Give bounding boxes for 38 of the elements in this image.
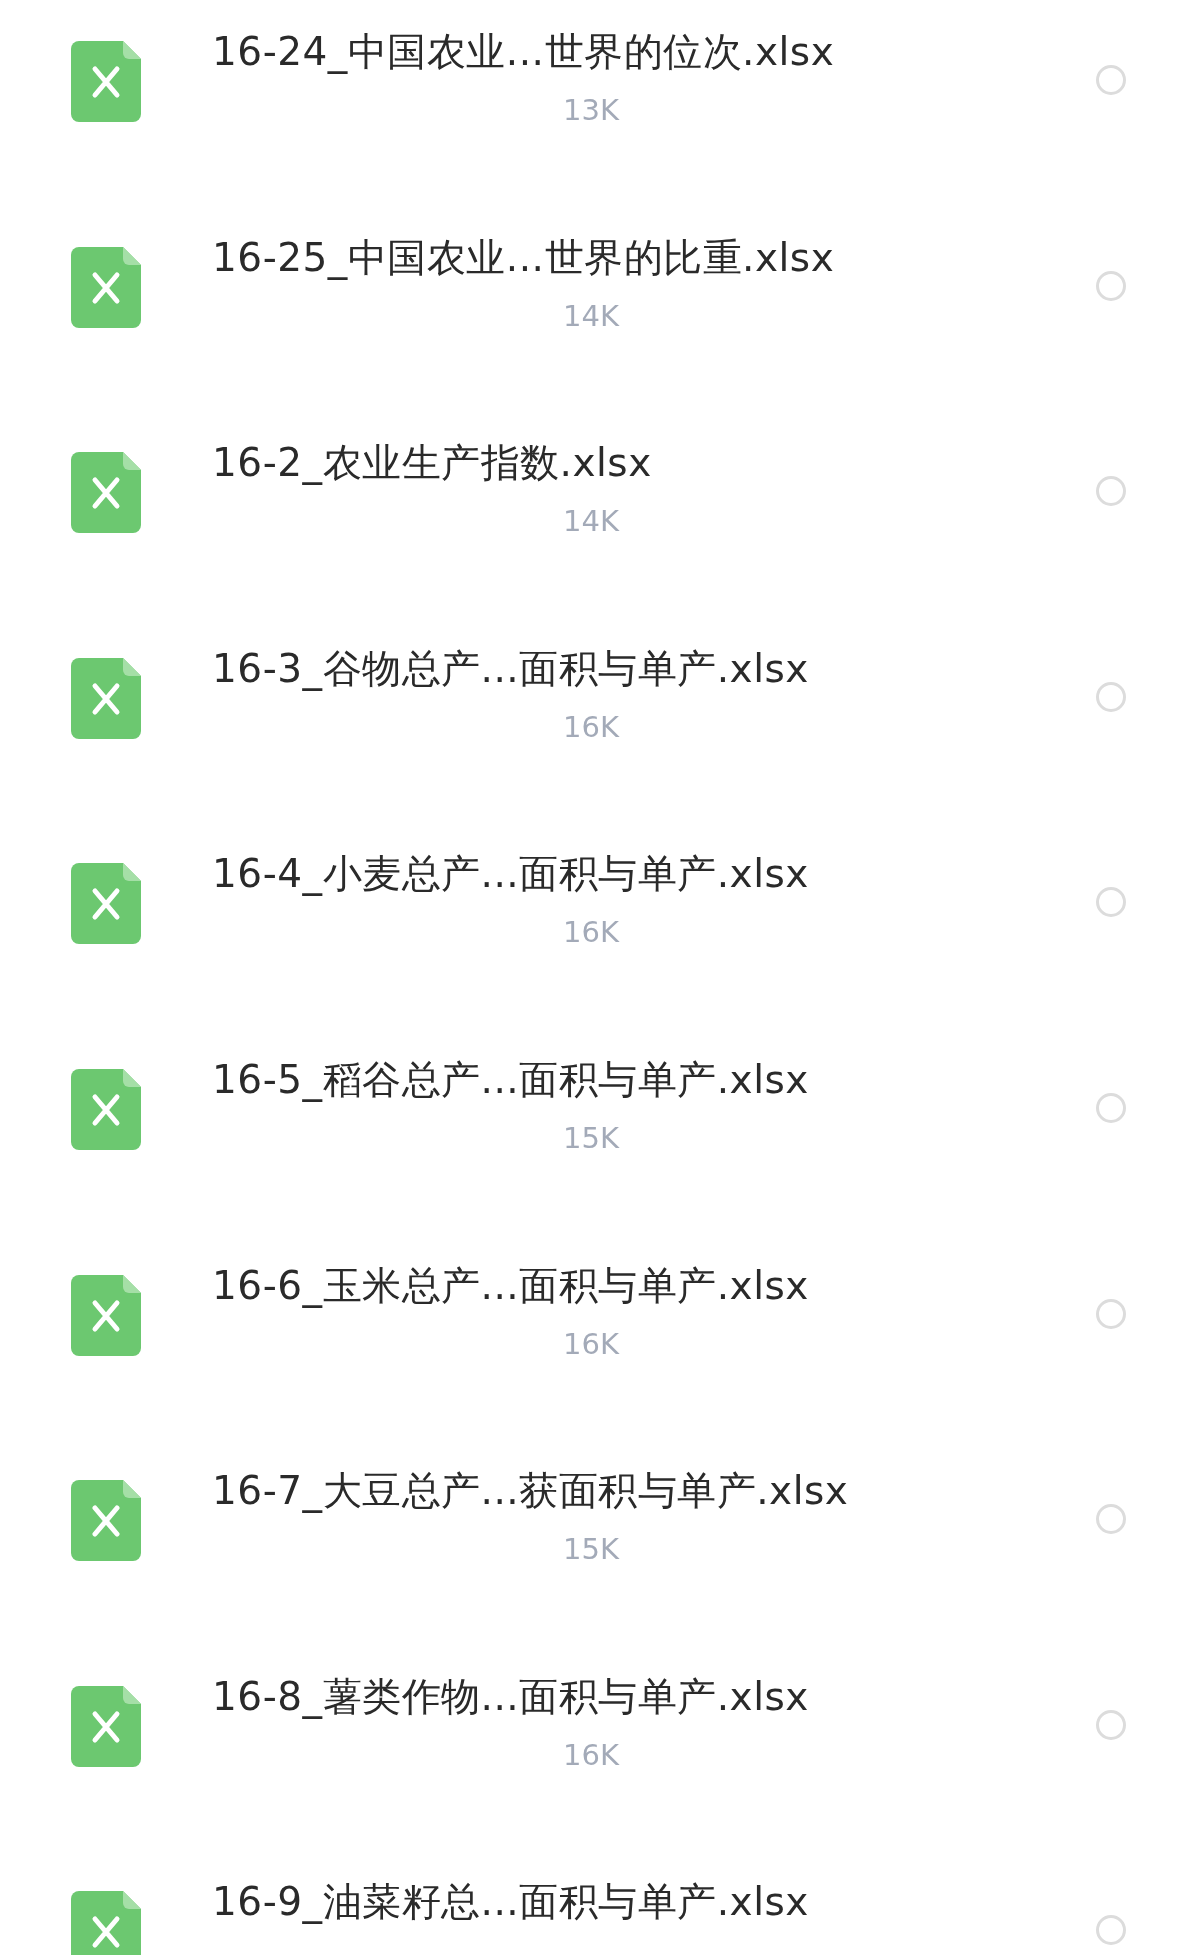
- spreadsheet-file-icon: [71, 1685, 141, 1767]
- file-size: 16K: [562, 708, 621, 746]
- file-name: 16-9_油菜籽总...面积与单产.xlsx: [212, 1878, 810, 1927]
- file-name: 16-24_中国农业...世界的位次.xlsx: [212, 28, 836, 76]
- file-name: 16-5_稻谷总产...面积与单产.xlsx: [212, 1055, 810, 1104]
- select-radio[interactable]: [1096, 1504, 1126, 1535]
- file-size: 14K: [562, 503, 621, 541]
- select-radio[interactable]: [1096, 1915, 1126, 1946]
- file-name: 16-7_大豆总产...获面积与单产.xlsx: [212, 1467, 850, 1516]
- file-name: 16-4_小麦总产...面积与单产.xlsx: [212, 850, 810, 899]
- spreadsheet-file-icon: [71, 1068, 141, 1150]
- file-size: 15K: [562, 1119, 621, 1157]
- select-radio[interactable]: [1096, 681, 1126, 712]
- spreadsheet-file-icon: [71, 863, 141, 945]
- file-name: 16-3_谷物总产...面积与单产.xlsx: [212, 644, 810, 693]
- spreadsheet-file-icon: [71, 1274, 141, 1356]
- file-size: 13K: [562, 92, 621, 129]
- select-radio[interactable]: [1096, 1709, 1126, 1740]
- spreadsheet-file-icon: [71, 41, 141, 122]
- file-size: 15K: [562, 1531, 621, 1569]
- spreadsheet-file-icon: [71, 657, 141, 739]
- file-size: 16K: [562, 1736, 621, 1774]
- select-radio[interactable]: [1096, 270, 1126, 301]
- file-size: 16K: [562, 914, 621, 952]
- spreadsheet-file-icon: [71, 246, 141, 328]
- file-name: 16-6_玉米总产...面积与单产.xlsx: [212, 1261, 810, 1310]
- select-radio[interactable]: [1096, 476, 1126, 507]
- select-radio[interactable]: [1096, 65, 1126, 95]
- select-radio[interactable]: [1096, 887, 1126, 918]
- file-name: 16-25_中国农业...世界的比重.xlsx: [212, 233, 836, 282]
- file-size: 16K: [562, 1325, 621, 1363]
- spreadsheet-file-icon: [71, 452, 141, 534]
- file-name: 16-8_薯类作物...面积与单产.xlsx: [212, 1672, 810, 1721]
- select-radio[interactable]: [1096, 1092, 1126, 1123]
- file-size: 14K: [562, 297, 621, 335]
- spreadsheet-file-icon: [71, 1480, 141, 1562]
- select-radio[interactable]: [1096, 1298, 1126, 1329]
- file-name: 16-2_农业生产指数.xlsx: [212, 439, 653, 488]
